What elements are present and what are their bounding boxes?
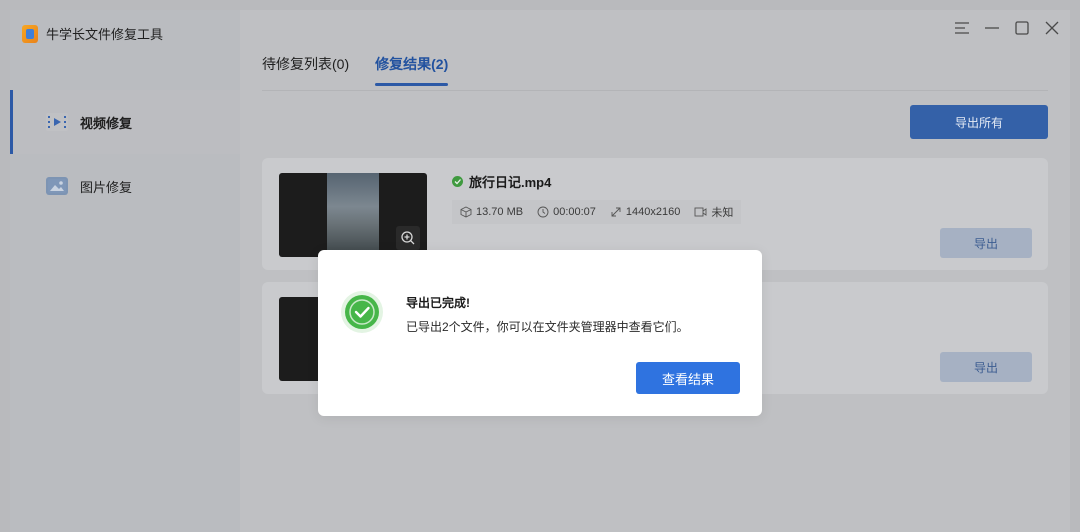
tab-repair-results[interactable]: 修复结果(2): [375, 54, 449, 86]
maximize-icon[interactable]: [1014, 20, 1030, 36]
export-button[interactable]: 导出: [940, 352, 1032, 382]
dialog-title: 导出已完成!: [406, 296, 470, 310]
file-resolution: 1440x2160: [610, 206, 680, 218]
view-results-button[interactable]: 查看结果: [636, 362, 740, 394]
sidebar: 牛学长文件修复工具 视频修复 图片修复: [10, 10, 240, 532]
app-logo-icon: [22, 24, 38, 43]
tab-pending-list[interactable]: 待修复列表(0): [262, 54, 349, 86]
tab-divider: [262, 90, 1048, 91]
file-name-row: 旅行日记.mp4: [452, 172, 551, 191]
minimize-icon[interactable]: [984, 20, 1000, 36]
tab-bar: 待修复列表(0) 修复结果(2): [262, 54, 449, 86]
sidebar-item-label: 视频修复: [80, 115, 133, 131]
file-audio: 未知: [694, 204, 733, 220]
sidebar-item-label: 图片修复: [80, 179, 133, 195]
image-repair-icon: [46, 177, 68, 195]
file-resolution-value: 1440x2160: [625, 206, 681, 218]
window-controls: [954, 20, 1060, 36]
app-title: 牛学长文件修复工具: [22, 24, 163, 43]
export-complete-dialog: 导出已完成! 已导出2个文件，你可以在文件夹管理器中查看它们。 查看结果: [318, 250, 762, 416]
file-size-value: 13.70 MB: [476, 206, 524, 218]
success-check-icon: [452, 176, 463, 187]
sidebar-item-image-repair[interactable]: 图片修复: [10, 154, 240, 218]
export-all-button[interactable]: 导出所有: [910, 105, 1048, 139]
file-meta: 13.70 MB 00:00:07 1440x2160 未知: [452, 200, 742, 224]
camera-icon: [694, 207, 707, 217]
file-duration-value: 00:00:07: [553, 206, 596, 218]
sidebar-item-video-repair[interactable]: 视频修复: [10, 90, 240, 154]
resize-icon: [611, 207, 621, 217]
dialog-message: 已导出2个文件，你可以在文件夹管理器中查看它们。: [406, 320, 689, 334]
video-thumbnail[interactable]: [279, 173, 427, 257]
file-name: 旅行日记.mp4: [469, 175, 552, 190]
thumbnail-image: [327, 173, 379, 257]
app-title-text: 牛学长文件修复工具: [46, 27, 164, 42]
file-audio-value: 未知: [711, 207, 734, 219]
close-icon[interactable]: [1044, 20, 1060, 36]
clock-icon: [537, 206, 549, 218]
menu-icon[interactable]: [954, 20, 970, 36]
box-icon: [460, 206, 472, 218]
file-duration: 00:00:07: [537, 206, 596, 218]
file-size: 13.70 MB: [460, 206, 523, 218]
video-repair-icon: [46, 113, 68, 131]
zoom-in-icon[interactable]: [396, 226, 420, 250]
export-button[interactable]: 导出: [940, 228, 1032, 258]
success-check-icon: [340, 290, 384, 334]
